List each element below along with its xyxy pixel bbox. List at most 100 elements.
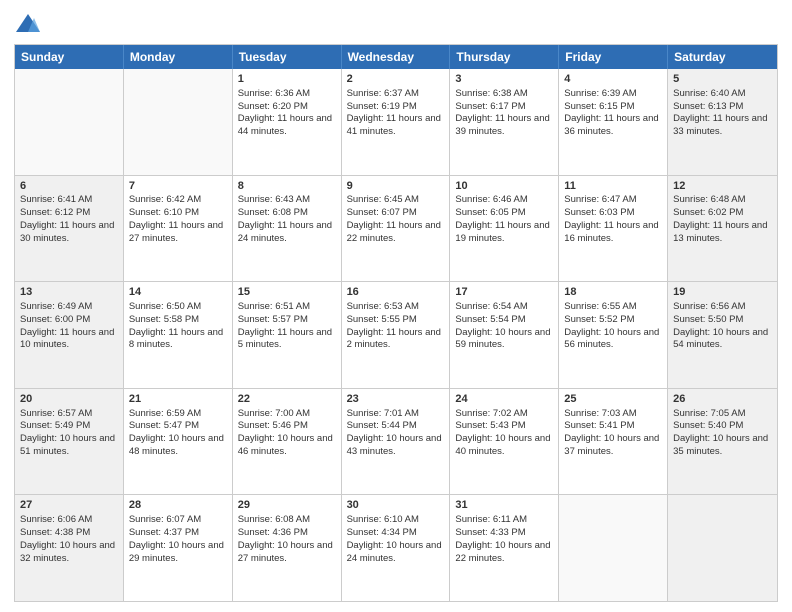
calendar-cell-4-5: 24Sunrise: 7:02 AMSunset: 5:43 PMDayligh…	[450, 389, 559, 495]
day-info: Sunrise: 6:48 AM	[673, 194, 745, 205]
day-info: Sunset: 4:34 PM	[347, 527, 417, 538]
day-info: Sunrise: 6:57 AM	[20, 408, 92, 419]
page: SundayMondayTuesdayWednesdayThursdayFrid…	[0, 0, 792, 612]
day-info: Sunrise: 6:38 AM	[455, 88, 527, 99]
day-number: 13	[20, 285, 118, 300]
calendar-cell-3-4: 16Sunrise: 6:53 AMSunset: 5:55 PMDayligh…	[342, 282, 451, 388]
day-info: Sunset: 5:52 PM	[564, 314, 634, 325]
day-info: Sunset: 6:19 PM	[347, 101, 417, 112]
day-info: Sunrise: 6:55 AM	[564, 301, 636, 312]
day-number: 3	[455, 72, 553, 87]
day-info: Sunrise: 6:59 AM	[129, 408, 201, 419]
day-info: Sunrise: 7:01 AM	[347, 408, 419, 419]
day-info: Sunset: 6:20 PM	[238, 101, 308, 112]
day-info: Sunset: 6:12 PM	[20, 207, 90, 218]
day-info: Sunset: 5:46 PM	[238, 420, 308, 431]
day-info: Daylight: 11 hours and 22 minutes.	[347, 220, 441, 244]
day-info: Sunrise: 7:02 AM	[455, 408, 527, 419]
day-number: 8	[238, 179, 336, 194]
calendar-cell-5-2: 28Sunrise: 6:07 AMSunset: 4:37 PMDayligh…	[124, 495, 233, 601]
day-info: Sunrise: 6:51 AM	[238, 301, 310, 312]
header-cell-thursday: Thursday	[450, 45, 559, 69]
day-info: Sunset: 6:15 PM	[564, 101, 634, 112]
day-info: Sunset: 5:57 PM	[238, 314, 308, 325]
day-info: Sunset: 6:17 PM	[455, 101, 525, 112]
day-info: Daylight: 11 hours and 24 minutes.	[238, 220, 332, 244]
day-number: 15	[238, 285, 336, 300]
day-info: Daylight: 10 hours and 59 minutes.	[455, 327, 550, 351]
day-info: Sunset: 5:50 PM	[673, 314, 743, 325]
day-info: Daylight: 10 hours and 54 minutes.	[673, 327, 768, 351]
calendar-body: 1Sunrise: 6:36 AMSunset: 6:20 PMDaylight…	[15, 69, 777, 601]
day-info: Sunset: 5:54 PM	[455, 314, 525, 325]
calendar-cell-3-6: 18Sunrise: 6:55 AMSunset: 5:52 PMDayligh…	[559, 282, 668, 388]
day-info: Sunset: 4:33 PM	[455, 527, 525, 538]
day-number: 4	[564, 72, 662, 87]
header-cell-wednesday: Wednesday	[342, 45, 451, 69]
calendar-cell-4-6: 25Sunrise: 7:03 AMSunset: 5:41 PMDayligh…	[559, 389, 668, 495]
day-info: Daylight: 10 hours and 43 minutes.	[347, 433, 442, 457]
day-number: 27	[20, 498, 118, 513]
header-cell-saturday: Saturday	[668, 45, 777, 69]
calendar-cell-4-4: 23Sunrise: 7:01 AMSunset: 5:44 PMDayligh…	[342, 389, 451, 495]
calendar-cell-1-4: 2Sunrise: 6:37 AMSunset: 6:19 PMDaylight…	[342, 69, 451, 175]
calendar-cell-2-5: 10Sunrise: 6:46 AMSunset: 6:05 PMDayligh…	[450, 176, 559, 282]
day-number: 31	[455, 498, 553, 513]
day-info: Sunset: 6:07 PM	[347, 207, 417, 218]
day-number: 2	[347, 72, 445, 87]
day-info: Sunset: 6:02 PM	[673, 207, 743, 218]
day-info: Sunrise: 6:36 AM	[238, 88, 310, 99]
day-info: Sunrise: 6:07 AM	[129, 514, 201, 525]
day-info: Sunset: 5:40 PM	[673, 420, 743, 431]
day-number: 26	[673, 392, 772, 407]
calendar-cell-4-7: 26Sunrise: 7:05 AMSunset: 5:40 PM Dayligh…	[668, 389, 777, 495]
day-info: Sunrise: 6:39 AM	[564, 88, 636, 99]
header-cell-friday: Friday	[559, 45, 668, 69]
calendar-cell-5-7	[668, 495, 777, 601]
day-number: 28	[129, 498, 227, 513]
calendar-cell-4-3: 22Sunrise: 7:00 AMSunset: 5:46 PMDayligh…	[233, 389, 342, 495]
day-info: Sunrise: 6:42 AM	[129, 194, 201, 205]
day-info: Sunset: 6:08 PM	[238, 207, 308, 218]
day-info: Sunset: 6:05 PM	[455, 207, 525, 218]
header	[14, 10, 778, 38]
day-info: Sunrise: 6:37 AM	[347, 88, 419, 99]
day-info: Daylight: 11 hours and 27 minutes.	[129, 220, 223, 244]
logo-icon	[14, 10, 42, 38]
calendar-cell-3-1: 13Sunrise: 6:49 AMSunset: 6:00 PMDayligh…	[15, 282, 124, 388]
day-number: 1	[238, 72, 336, 87]
day-info: Sunset: 6:10 PM	[129, 207, 199, 218]
day-info: Sunrise: 6:56 AM	[673, 301, 745, 312]
calendar-row-3: 13Sunrise: 6:49 AMSunset: 6:00 PMDayligh…	[15, 281, 777, 388]
day-info: Daylight: 11 hours and 16 minutes.	[564, 220, 658, 244]
day-info: Sunrise: 6:53 AM	[347, 301, 419, 312]
day-number: 7	[129, 179, 227, 194]
calendar-cell-2-7: 12Sunrise: 6:48 AMSunset: 6:02 PMDayligh…	[668, 176, 777, 282]
calendar-cell-3-2: 14Sunrise: 6:50 AMSunset: 5:58 PMDayligh…	[124, 282, 233, 388]
day-info: Daylight: 10 hours and 27 minutes.	[238, 540, 333, 564]
day-info: Daylight: 11 hours and 44 minutes.	[238, 113, 332, 137]
day-info: Sunset: 6:03 PM	[564, 207, 634, 218]
day-info: Daylight: 11 hours and 39 minutes.	[455, 113, 549, 137]
day-number: 12	[673, 179, 772, 194]
header-cell-monday: Monday	[124, 45, 233, 69]
day-info: Daylight: 11 hours and 33 minutes.	[673, 113, 767, 137]
day-info: Sunrise: 6:40 AM	[673, 88, 745, 99]
day-number: 16	[347, 285, 445, 300]
calendar-cell-2-4: 9Sunrise: 6:45 AMSunset: 6:07 PMDaylight…	[342, 176, 451, 282]
day-number: 17	[455, 285, 553, 300]
day-info: Sunrise: 7:05 AM	[673, 408, 745, 419]
day-info: Sunset: 6:13 PM	[673, 101, 743, 112]
day-info: Daylight: 10 hours and 24 minutes.	[347, 540, 442, 564]
day-info: Sunset: 5:55 PM	[347, 314, 417, 325]
day-info: Daylight: 10 hours and 35 minutes.	[673, 433, 768, 457]
day-number: 30	[347, 498, 445, 513]
day-info: Sunrise: 6:46 AM	[455, 194, 527, 205]
day-info: Daylight: 11 hours and 36 minutes.	[564, 113, 658, 137]
day-info: Sunset: 4:36 PM	[238, 527, 308, 538]
day-info: Sunrise: 6:47 AM	[564, 194, 636, 205]
day-info: Daylight: 10 hours and 48 minutes.	[129, 433, 224, 457]
calendar-cell-5-3: 29Sunrise: 6:08 AMSunset: 4:36 PMDayligh…	[233, 495, 342, 601]
calendar-cell-1-5: 3Sunrise: 6:38 AM Sunset: 6:17 PMDaylight…	[450, 69, 559, 175]
day-number: 9	[347, 179, 445, 194]
